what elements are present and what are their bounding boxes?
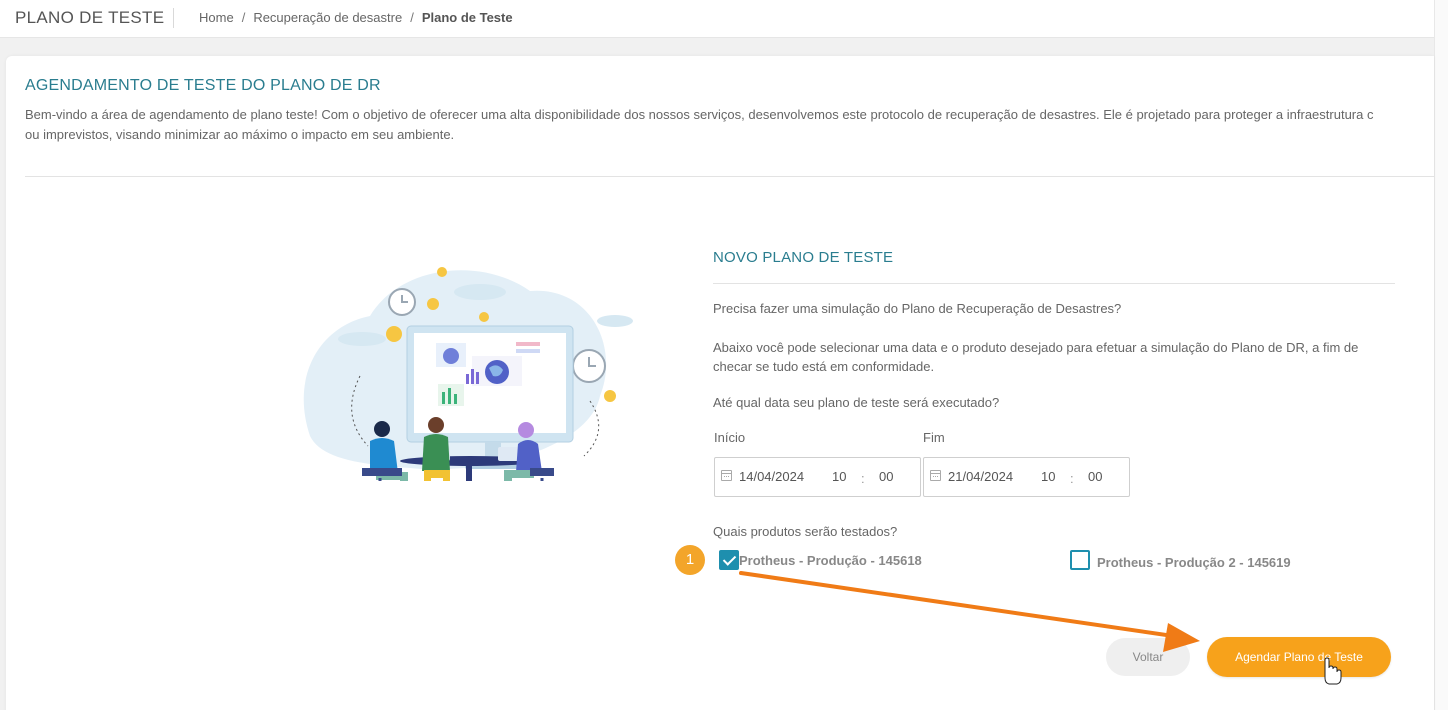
- product-checkbox-145619[interactable]: [1070, 550, 1090, 570]
- breadcrumb-home[interactable]: Home: [199, 10, 234, 25]
- calendar-icon[interactable]: [721, 470, 732, 481]
- breadcrumb-disaster-recovery[interactable]: Recuperação de desastre: [253, 10, 402, 25]
- time-separator: :: [1070, 471, 1074, 486]
- step-badge: 1: [675, 545, 705, 575]
- start-datetime-field[interactable]: 14/04/2024 10 : 00: [714, 457, 921, 497]
- simulation-explanation: Abaixo você pode selecionar uma data e o…: [713, 340, 1359, 374]
- breadcrumb: Home / Recuperação de desastre / Plano de Te…: [199, 10, 513, 25]
- main-card: AGENDAMENTO DE TESTE DO PLANO DE DR Bem-…: [6, 56, 1434, 710]
- team-illustration: [303, 267, 633, 481]
- form-divider: [713, 283, 1395, 284]
- title-divider: [173, 8, 174, 28]
- end-label: Fim: [923, 430, 945, 445]
- form-title: NOVO PLANO DE TESTE: [713, 249, 894, 266]
- time-separator: :: [861, 471, 865, 486]
- end-datetime-field[interactable]: 21/04/2024 10 : 00: [923, 457, 1130, 497]
- intro-line-1: Bem-vindo a área de agendamento de plano…: [25, 107, 1374, 122]
- end-minute-input[interactable]: 00: [1088, 469, 1102, 484]
- start-date-input[interactable]: 14/04/2024: [739, 469, 804, 484]
- page-title: AGENDAMENTO DE TESTE DO PLANO DE DR: [25, 77, 381, 94]
- back-button[interactable]: Voltar: [1106, 638, 1190, 676]
- products-question: Quais produtos serão testados?: [713, 524, 898, 539]
- product-checkbox-145618[interactable]: [719, 550, 739, 570]
- simulation-question: Precisa fazer uma simulação do Plano de …: [713, 301, 1122, 316]
- section-divider: [25, 176, 1434, 177]
- product-label-145619[interactable]: Protheus - Produção 2 - 145619: [1097, 555, 1291, 570]
- calendar-icon[interactable]: [930, 470, 941, 481]
- schedule-test-plan-button[interactable]: Agendar Plano de Teste: [1207, 637, 1391, 677]
- product-label-145618[interactable]: Protheus - Produção - 145618: [739, 553, 922, 568]
- top-bar: PLANO DE TESTE Home / Recuperação de desas…: [0, 0, 1434, 38]
- end-date-input[interactable]: 21/04/2024: [948, 469, 1013, 484]
- intro-text: Bem-vindo a área de agendamento de plano…: [25, 105, 1445, 145]
- start-minute-input[interactable]: 00: [879, 469, 893, 484]
- breadcrumb-separator: /: [241, 10, 246, 25]
- start-hour-input[interactable]: 10: [832, 469, 846, 484]
- breadcrumb-current: Plano de Teste: [421, 10, 513, 25]
- intro-line-2: ou imprevistos, visando minimizar ao máx…: [25, 127, 455, 142]
- app-title: PLANO DE TESTE: [15, 8, 165, 27]
- start-label: Início: [714, 430, 746, 445]
- date-question: Até qual data seu plano de teste será ex…: [713, 395, 1000, 410]
- end-hour-input[interactable]: 10: [1041, 469, 1055, 484]
- breadcrumb-separator: /: [410, 10, 414, 25]
